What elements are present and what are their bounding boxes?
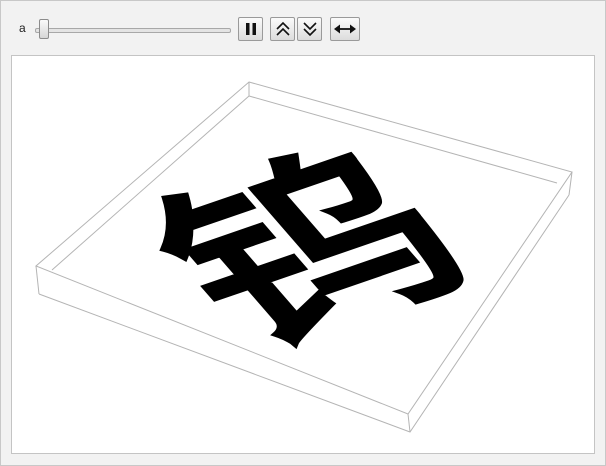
double-chevron-down-icon [302,22,317,37]
plot-area[interactable]: 钨 [11,55,595,454]
pause-button[interactable] [238,17,263,41]
bounding-box [35,81,573,433]
slider-track[interactable] [35,28,231,33]
double-arrow-horizontal-icon [334,24,356,34]
parameter-label: a [19,21,26,35]
faster-button[interactable] [270,17,295,41]
manipulate-panel: a 钨 [0,0,606,466]
direction-button[interactable] [330,17,360,41]
double-chevron-up-icon [275,21,290,36]
slower-button[interactable] [297,17,322,41]
parameter-slider[interactable] [33,19,231,39]
slider-thumb[interactable] [39,19,49,39]
controls-bar: a [1,1,605,53]
pause-icon [245,23,256,35]
